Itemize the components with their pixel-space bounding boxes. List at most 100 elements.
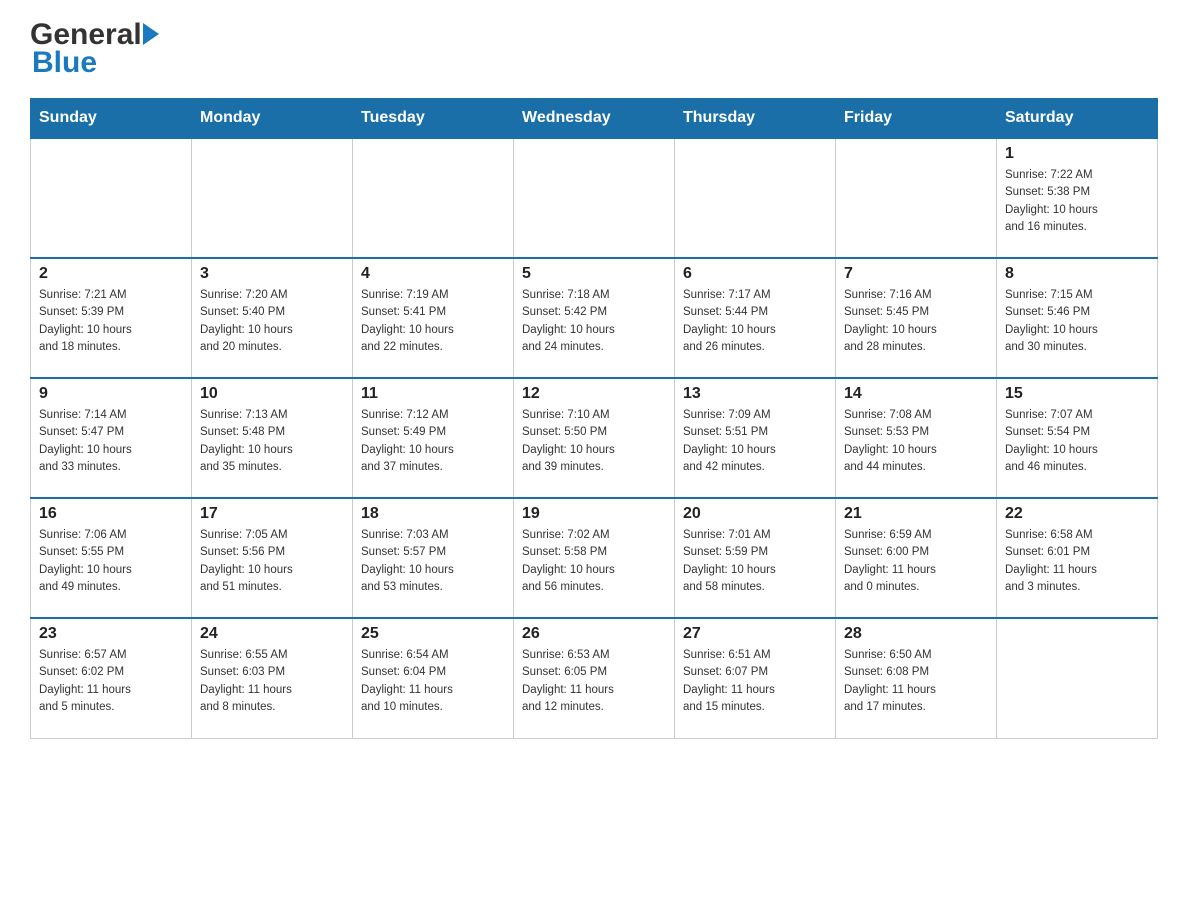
day-cell: 7 Sunrise: 7:16 AMSunset: 5:45 PMDaylight… <box>836 258 997 378</box>
week-row-5: 23 Sunrise: 6:57 AMSunset: 6:02 PMDayligh… <box>31 618 1158 738</box>
col-header-saturday: Saturday <box>997 99 1158 139</box>
day-cell: 3 Sunrise: 7:20 AMSunset: 5:40 PMDaylight… <box>192 258 353 378</box>
col-header-thursday: Thursday <box>675 99 836 139</box>
day-cell: 2 Sunrise: 7:21 AMSunset: 5:39 PMDaylight… <box>31 258 192 378</box>
day-info: Sunrise: 7:19 AMSunset: 5:41 PMDaylight:… <box>361 287 505 356</box>
col-header-tuesday: Tuesday <box>353 99 514 139</box>
day-cell: 12 Sunrise: 7:10 AMSunset: 5:50 PMDayligh… <box>514 378 675 498</box>
day-cell: 17Sunrise: 7:05 AMSunset: 5:56 PMDayligh… <box>192 498 353 618</box>
day-cell: 1 Sunrise: 7:22 AMSunset: 5:38 PMDaylight… <box>997 138 1158 258</box>
day-cell: 19 Sunrise: 7:02 AMSunset: 5:58 PMDayligh… <box>514 498 675 618</box>
day-number: 10 <box>200 385 344 403</box>
day-number: 17 <box>200 505 344 523</box>
day-cell: 21Sunrise: 6:59 AMSunset: 6:00 PMDayligh… <box>836 498 997 618</box>
day-number: 16 <box>39 505 183 523</box>
day-number: 3 <box>200 265 344 283</box>
day-number: 21 <box>844 505 988 523</box>
day-number: 5 <box>522 265 666 283</box>
day-cell: 20Sunrise: 7:01 AMSunset: 5:59 PMDayligh… <box>675 498 836 618</box>
day-number: 19 <box>522 505 666 523</box>
logo: General Blue <box>30 20 160 80</box>
day-cell: 25 Sunrise: 6:54 AMSunset: 6:04 PMDayligh… <box>353 618 514 738</box>
day-number: 4 <box>361 265 505 283</box>
day-number: 25 <box>361 625 505 643</box>
day-cell: 6 Sunrise: 7:17 AMSunset: 5:44 PMDaylight… <box>675 258 836 378</box>
day-cell: 5 Sunrise: 7:18 AMSunset: 5:42 PMDaylight… <box>514 258 675 378</box>
day-info: Sunrise: 7:18 AMSunset: 5:42 PMDaylight:… <box>522 287 666 356</box>
day-number: 28 <box>844 625 988 643</box>
day-info: Sunrise: 7:20 AMSunset: 5:40 PMDaylight:… <box>200 287 344 356</box>
day-cell: 27 Sunrise: 6:51 AMSunset: 6:07 PMDayligh… <box>675 618 836 738</box>
day-number: 15 <box>1005 385 1149 403</box>
week-row-1: 1 Sunrise: 7:22 AMSunset: 5:38 PMDaylight… <box>31 138 1158 258</box>
day-info: Sunrise: 6:57 AMSunset: 6:02 PMDaylight:… <box>39 647 183 716</box>
logo-blue-text: Blue <box>32 46 160 80</box>
day-number: 1 <box>1005 145 1149 163</box>
col-header-sunday: Sunday <box>31 99 192 139</box>
day-cell <box>836 138 997 258</box>
day-number: 24 <box>200 625 344 643</box>
day-number: 26 <box>522 625 666 643</box>
day-number: 14 <box>844 385 988 403</box>
col-header-friday: Friday <box>836 99 997 139</box>
day-info: Sunrise: 7:03 AMSunset: 5:57 PMDaylight:… <box>361 527 505 596</box>
day-number: 8 <box>1005 265 1149 283</box>
day-info: Sunrise: 7:14 AMSunset: 5:47 PMDaylight:… <box>39 407 183 476</box>
calendar-table: SundayMondayTuesdayWednesdayThursdayFrid… <box>30 98 1158 739</box>
day-info: Sunrise: 7:17 AMSunset: 5:44 PMDaylight:… <box>683 287 827 356</box>
col-header-monday: Monday <box>192 99 353 139</box>
calendar-header-row: SundayMondayTuesdayWednesdayThursdayFrid… <box>31 99 1158 139</box>
day-cell: 4 Sunrise: 7:19 AMSunset: 5:41 PMDaylight… <box>353 258 514 378</box>
day-number: 12 <box>522 385 666 403</box>
day-number: 22 <box>1005 505 1149 523</box>
day-number: 13 <box>683 385 827 403</box>
day-number: 2 <box>39 265 183 283</box>
day-info: Sunrise: 7:15 AMSunset: 5:46 PMDaylight:… <box>1005 287 1149 356</box>
day-number: 23 <box>39 625 183 643</box>
day-info: Sunrise: 6:51 AMSunset: 6:07 PMDaylight:… <box>683 647 827 716</box>
col-header-wednesday: Wednesday <box>514 99 675 139</box>
day-cell: 26 Sunrise: 6:53 AMSunset: 6:05 PMDayligh… <box>514 618 675 738</box>
day-info: Sunrise: 7:09 AMSunset: 5:51 PMDaylight:… <box>683 407 827 476</box>
day-cell: 14 Sunrise: 7:08 AMSunset: 5:53 PMDayligh… <box>836 378 997 498</box>
day-cell <box>997 618 1158 738</box>
day-cell: 11Sunrise: 7:12 AMSunset: 5:49 PMDayligh… <box>353 378 514 498</box>
day-info: Sunrise: 7:10 AMSunset: 5:50 PMDaylight:… <box>522 407 666 476</box>
day-cell: 8 Sunrise: 7:15 AMSunset: 5:46 PMDaylight… <box>997 258 1158 378</box>
day-cell: 28 Sunrise: 6:50 AMSunset: 6:08 PMDayligh… <box>836 618 997 738</box>
logo-arrow-icon <box>143 23 159 45</box>
day-cell <box>31 138 192 258</box>
day-cell: 22 Sunrise: 6:58 AMSunset: 6:01 PMDayligh… <box>997 498 1158 618</box>
day-info: Sunrise: 6:54 AMSunset: 6:04 PMDaylight:… <box>361 647 505 716</box>
page-header: General Blue <box>30 20 1158 80</box>
day-info: Sunrise: 7:16 AMSunset: 5:45 PMDaylight:… <box>844 287 988 356</box>
day-cell: 18 Sunrise: 7:03 AMSunset: 5:57 PMDayligh… <box>353 498 514 618</box>
day-cell <box>514 138 675 258</box>
day-info: Sunrise: 7:02 AMSunset: 5:58 PMDaylight:… <box>522 527 666 596</box>
day-number: 27 <box>683 625 827 643</box>
day-info: Sunrise: 7:13 AMSunset: 5:48 PMDaylight:… <box>200 407 344 476</box>
week-row-3: 9Sunrise: 7:14 AMSunset: 5:47 PMDaylight… <box>31 378 1158 498</box>
day-cell: 10 Sunrise: 7:13 AMSunset: 5:48 PMDayligh… <box>192 378 353 498</box>
day-number: 11 <box>361 385 505 403</box>
day-cell: 23 Sunrise: 6:57 AMSunset: 6:02 PMDayligh… <box>31 618 192 738</box>
day-info: Sunrise: 7:08 AMSunset: 5:53 PMDaylight:… <box>844 407 988 476</box>
day-cell: 16Sunrise: 7:06 AMSunset: 5:55 PMDayligh… <box>31 498 192 618</box>
day-cell <box>192 138 353 258</box>
day-cell: 13 Sunrise: 7:09 AMSunset: 5:51 PMDayligh… <box>675 378 836 498</box>
day-info: Sunrise: 7:21 AMSunset: 5:39 PMDaylight:… <box>39 287 183 356</box>
day-number: 18 <box>361 505 505 523</box>
day-info: Sunrise: 7:22 AMSunset: 5:38 PMDaylight:… <box>1005 167 1149 236</box>
day-cell: 24 Sunrise: 6:55 AMSunset: 6:03 PMDayligh… <box>192 618 353 738</box>
day-cell <box>353 138 514 258</box>
week-row-4: 16Sunrise: 7:06 AMSunset: 5:55 PMDayligh… <box>31 498 1158 618</box>
day-number: 20 <box>683 505 827 523</box>
week-row-2: 2 Sunrise: 7:21 AMSunset: 5:39 PMDaylight… <box>31 258 1158 378</box>
day-cell <box>675 138 836 258</box>
day-info: Sunrise: 6:53 AMSunset: 6:05 PMDaylight:… <box>522 647 666 716</box>
day-info: Sunrise: 6:55 AMSunset: 6:03 PMDaylight:… <box>200 647 344 716</box>
day-info: Sunrise: 6:58 AMSunset: 6:01 PMDaylight:… <box>1005 527 1149 596</box>
day-info: Sunrise: 6:50 AMSunset: 6:08 PMDaylight:… <box>844 647 988 716</box>
day-number: 6 <box>683 265 827 283</box>
day-number: 7 <box>844 265 988 283</box>
